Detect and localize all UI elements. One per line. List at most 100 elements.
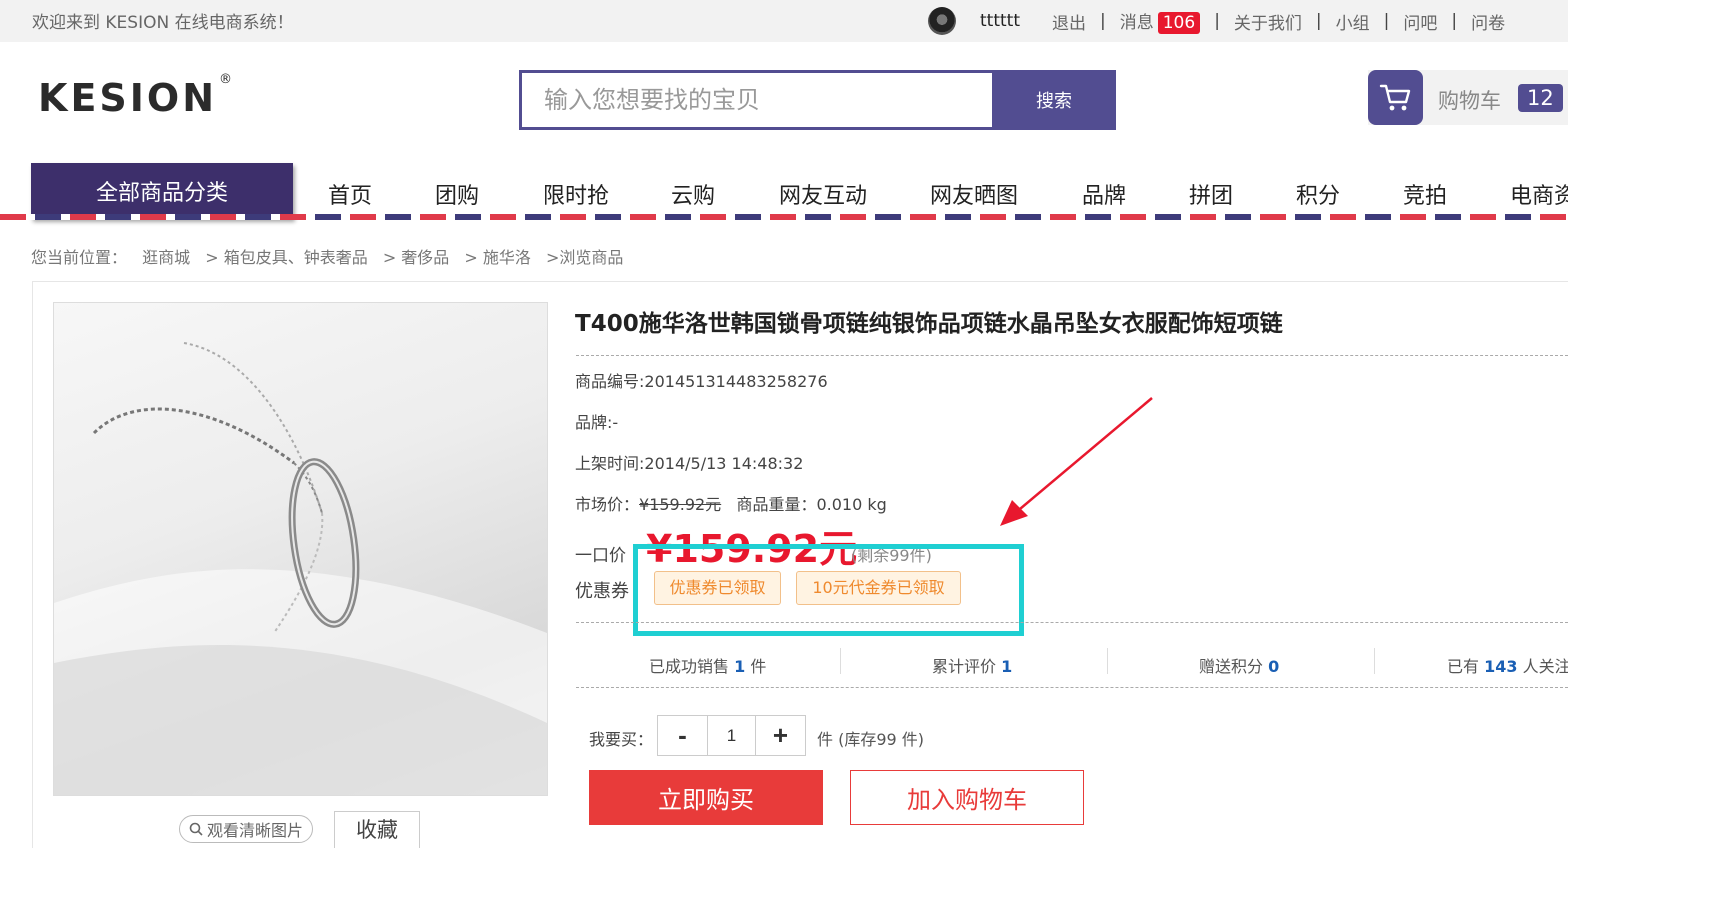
nav-item-ecommerce-news[interactable]: 电商资	[1510, 178, 1568, 210]
annotation-arrow-icon	[1000, 397, 1153, 526]
nav-item-auction[interactable]: 竞拍	[1403, 178, 1447, 210]
stat-separator	[840, 648, 841, 674]
weight-label: 商品重量：	[736, 495, 817, 514]
separator: |	[1315, 11, 1322, 31]
sku-value: 201451314483258276	[644, 372, 828, 391]
nav-item-cloud-buy[interactable]: 云购	[671, 178, 715, 210]
market-price-row: 市场价：¥159.92元 商品重量：0.010 kg	[575, 491, 887, 515]
breadcrumb-luggage[interactable]: > 箱包皮具、钟表奢品	[205, 248, 368, 267]
necklace-illustration	[54, 342, 547, 795]
product-page: 欢迎来到 KESION 在线电商系统！ tttttt 退出 | 消息 106 | …	[0, 0, 1568, 848]
buy-now-button[interactable]: 立即购买	[589, 770, 823, 825]
breadcrumb-mall[interactable]: 逛商城	[142, 248, 190, 267]
favorite-button[interactable]: 收藏	[334, 811, 420, 848]
logout-link[interactable]: 退出	[1052, 9, 1086, 34]
magnifier-icon	[189, 822, 203, 836]
nav-stripe-divider	[0, 214, 1568, 220]
about-link[interactable]: 关于我们	[1234, 9, 1302, 34]
search-bar: 搜索	[519, 70, 1116, 130]
market-price-value: ¥159.92元	[639, 495, 722, 514]
quantity-label: 我要买：	[589, 730, 654, 749]
breadcrumb-luxury[interactable]: > 奢侈品	[383, 248, 450, 267]
messages-link[interactable]: 消息 106	[1119, 8, 1201, 34]
followers-value: 143	[1484, 657, 1518, 676]
survey-link[interactable]: 问卷	[1471, 9, 1505, 34]
site-logo[interactable]: KESION ®	[38, 72, 235, 120]
price-label: 一口价	[575, 546, 626, 566]
group-link[interactable]: 小组	[1336, 9, 1370, 34]
nav-item-points[interactable]: 积分	[1296, 178, 1340, 210]
sales-count: 已成功销售 1 件	[649, 653, 766, 677]
review-count[interactable]: 累计评价 1	[932, 653, 1012, 677]
nav-item-home[interactable]: 首页	[328, 178, 372, 210]
coupon-label: 优惠券	[575, 581, 629, 602]
stock-info: 件 (库存99 件)	[817, 730, 925, 749]
listed-label: 上架时间:	[575, 454, 645, 473]
nav-item-group-deal[interactable]: 拼团	[1189, 178, 1233, 210]
separator: |	[1383, 11, 1390, 31]
view-large-image-label: 观看清晰图片	[206, 821, 303, 840]
quantity-decrease-button[interactable]: -	[658, 716, 707, 755]
product-listed-time: 上架时间:2014/5/13 14:48:32	[575, 450, 803, 474]
quantity-stepper: - +	[657, 715, 806, 756]
registered-mark: ®	[219, 72, 236, 88]
search-button[interactable]: 搜索	[992, 70, 1116, 130]
market-price-label: 市场价：	[575, 495, 640, 514]
sales-prefix: 已成功销售	[649, 657, 730, 676]
dashed-divider	[576, 687, 1568, 688]
breadcrumb-swarovski[interactable]: > 施华洛	[464, 248, 531, 267]
top-bar-links: tttttt 退出 | 消息 106 | 关于我们 | 小组 | 问吧 | 问卷	[928, 0, 1505, 42]
reviews-prefix: 累计评价	[932, 657, 997, 676]
nav-item-photos[interactable]: 网友晒图	[930, 178, 1018, 210]
quantity-increase-button[interactable]: +	[756, 716, 805, 755]
sales-suffix: 件	[750, 657, 767, 676]
view-large-image-button[interactable]: 观看清晰图片	[179, 815, 313, 843]
dashed-divider	[576, 622, 1568, 623]
breadcrumb-prefix: 您当前位置：	[31, 248, 128, 267]
bonus-points: 赠送积分 0	[1199, 653, 1279, 677]
separator: |	[1214, 11, 1220, 31]
stat-separator	[1374, 648, 1375, 674]
product-image[interactable]	[53, 302, 548, 796]
followers-prefix: 已有	[1447, 657, 1480, 676]
nav-item-community[interactable]: 网友互动	[779, 178, 867, 210]
stat-separator	[1107, 648, 1108, 674]
welcome-text: 欢迎来到 KESION 在线电商系统！	[32, 13, 294, 33]
username-link[interactable]: tttttt	[980, 11, 1020, 31]
breadcrumb: 您当前位置： 逛商城 > 箱包皮具、钟表奢品 > 奢侈品 > 施华洛 >浏览商品	[31, 244, 633, 268]
brand-value: -	[612, 413, 619, 432]
separator: |	[1451, 11, 1458, 31]
dashed-divider	[576, 355, 1568, 356]
top-bar: 欢迎来到 KESION 在线电商系统！ tttttt 退出 | 消息 106 | …	[0, 0, 1568, 42]
all-categories-button[interactable]: 全部商品分类	[31, 163, 293, 219]
brand-label: 品牌:	[575, 413, 613, 432]
product-sku: 商品编号:201451314483258276	[575, 368, 828, 392]
breadcrumb-current: >浏览商品	[546, 248, 624, 267]
points-value: 0	[1268, 657, 1280, 676]
followers-suffix: 人关注	[1522, 657, 1568, 676]
nav-item-brands[interactable]: 品牌	[1082, 178, 1126, 210]
add-to-cart-button[interactable]: 加入购物车	[850, 770, 1084, 825]
nav-item-group-buy[interactable]: 团购	[435, 178, 479, 210]
product-title: T400施华洛世韩国锁骨项链纯银饰品项链水晶吊坠女衣服配饰短项链	[575, 311, 1283, 337]
search-input[interactable]	[519, 70, 993, 130]
points-prefix: 赠送积分	[1199, 657, 1264, 676]
reviews-value: 1	[1001, 657, 1013, 676]
separator: |	[1100, 11, 1106, 31]
nav-item-flash-sale[interactable]: 限时抢	[543, 178, 609, 210]
listed-value: 2014/5/13 14:48:32	[644, 454, 804, 473]
cart-label: 购物车	[1438, 89, 1501, 113]
messages-label: 消息	[1119, 13, 1154, 33]
sales-value: 1	[734, 657, 746, 676]
product-brand: 品牌:-	[575, 409, 618, 433]
message-count-badge: 106	[1157, 12, 1201, 34]
quantity-input[interactable]	[707, 716, 756, 755]
ask-link[interactable]: 问吧	[1403, 9, 1437, 34]
user-avatar[interactable]	[928, 7, 956, 35]
cart-widget[interactable]: 购物车 12	[1368, 70, 1568, 125]
cart-icon	[1368, 70, 1423, 125]
weight-value: 0.010 kg	[816, 495, 887, 514]
logo-text: KESION	[38, 76, 218, 120]
sku-label: 商品编号:	[575, 372, 645, 391]
follower-count: 已有 143 人关注	[1447, 653, 1568, 677]
